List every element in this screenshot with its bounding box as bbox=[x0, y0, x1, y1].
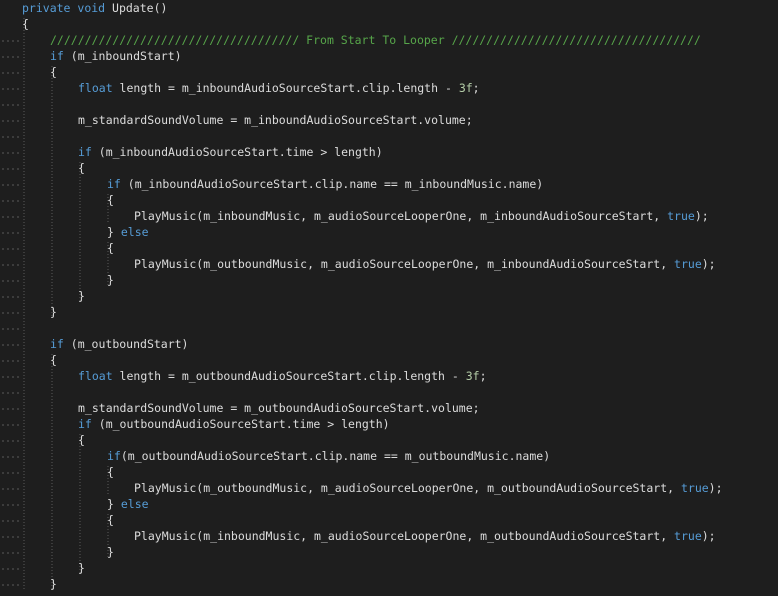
code-token: else bbox=[120, 225, 149, 239]
code-token: //////////////////////////////////// Fro… bbox=[50, 33, 701, 47]
code-token: (m_outboundStart) bbox=[63, 337, 189, 351]
code-token: true bbox=[674, 257, 702, 271]
code-token: Update() bbox=[105, 1, 168, 15]
code-line[interactable]: if (m_inboundStart) bbox=[50, 48, 182, 64]
code-line[interactable]: } bbox=[78, 288, 85, 304]
code-line[interactable]: PlayMusic(m_outboundMusic, m_audioSource… bbox=[134, 256, 716, 272]
code-token: { bbox=[22, 17, 29, 31]
code-token: length = m_inboundAudioSourceStart.clip.… bbox=[112, 81, 459, 95]
code-token: { bbox=[50, 65, 57, 79]
code-token: 3f bbox=[458, 81, 473, 95]
code-line[interactable]: PlayMusic(m_inboundMusic, m_audioSourceL… bbox=[134, 528, 716, 544]
code-line[interactable]: m_standardSoundVolume = m_inboundAudioSo… bbox=[78, 112, 473, 128]
code-token: ); bbox=[701, 529, 716, 543]
code-token: true bbox=[667, 209, 695, 223]
code-token: void bbox=[77, 1, 106, 15]
code-line[interactable]: if (m_inboundAudioSourceStart.clip.name … bbox=[107, 176, 543, 192]
code-token: 3f bbox=[465, 369, 480, 383]
code-token: (m_outboundAudioSourceStart.clip.name ==… bbox=[120, 449, 551, 463]
code-token: true bbox=[680, 481, 709, 495]
code-token: PlayMusic(m_inboundMusic, m_audioSourceL… bbox=[134, 529, 675, 543]
code-line[interactable]: { bbox=[78, 160, 85, 176]
code-token: { bbox=[50, 353, 57, 367]
code-line[interactable]: if (m_outboundAudioSourceStart.time > le… bbox=[78, 416, 390, 432]
code-token: if bbox=[78, 417, 92, 431]
code-token: ); bbox=[708, 481, 723, 495]
code-line[interactable]: if (m_inboundAudioSourceStart.time > len… bbox=[78, 144, 383, 160]
code-line[interactable]: { bbox=[107, 192, 114, 208]
code-line[interactable]: { bbox=[78, 432, 85, 448]
code-editor[interactable]: private void Update(){//////////////////… bbox=[0, 0, 778, 596]
code-token: ); bbox=[701, 257, 716, 271]
code-line[interactable]: { bbox=[107, 464, 114, 480]
code-line[interactable]: } bbox=[50, 576, 57, 592]
code-token: { bbox=[107, 193, 114, 207]
code-token: { bbox=[107, 465, 114, 479]
code-token: if bbox=[107, 449, 121, 463]
code-token: length = m_outboundAudioSourceStart.clip… bbox=[112, 369, 466, 383]
code-token: ; bbox=[479, 369, 487, 383]
code-token: } bbox=[50, 577, 57, 591]
code-token: PlayMusic(m_inboundMusic, m_audioSourceL… bbox=[134, 209, 668, 223]
code-token: else bbox=[120, 497, 149, 511]
code-token: { bbox=[78, 161, 85, 175]
code-token: if bbox=[78, 145, 92, 159]
code-line[interactable]: { bbox=[50, 64, 57, 80]
code-line[interactable]: m_standardSoundVolume = m_outboundAudioS… bbox=[78, 400, 480, 416]
code-token: (m_inboundAudioSourceStart.time > length… bbox=[91, 145, 383, 159]
code-line[interactable]: } bbox=[107, 272, 114, 288]
code-line[interactable]: { bbox=[50, 352, 57, 368]
code-line[interactable]: } bbox=[50, 304, 57, 320]
code-token: } bbox=[107, 497, 121, 511]
code-line[interactable]: { bbox=[22, 16, 29, 32]
code-token: } bbox=[107, 273, 114, 287]
code-line[interactable]: if (m_outboundStart) bbox=[50, 336, 188, 352]
code-token: } bbox=[78, 561, 85, 575]
code-token: if bbox=[107, 177, 121, 191]
code-token: } bbox=[107, 225, 121, 239]
code-line[interactable]: } else bbox=[107, 224, 149, 240]
code-token: (m_inboundStart) bbox=[63, 49, 182, 63]
code-line[interactable]: //////////////////////////////////// Fro… bbox=[50, 32, 701, 48]
code-token: } bbox=[78, 289, 85, 303]
code-token: ; bbox=[472, 81, 480, 95]
code-token: { bbox=[107, 241, 114, 255]
code-token: float bbox=[78, 369, 113, 383]
code-token: private bbox=[22, 1, 71, 15]
code-token: m_standardSoundVolume = m_inboundAudioSo… bbox=[78, 113, 473, 127]
code-token: { bbox=[107, 513, 114, 527]
code-token: true bbox=[674, 529, 702, 543]
code-line[interactable]: } else bbox=[107, 496, 149, 512]
code-token: } bbox=[107, 545, 114, 559]
code-token: { bbox=[78, 433, 85, 447]
code-line[interactable]: { bbox=[107, 240, 114, 256]
code-token: } bbox=[50, 305, 57, 319]
code-token: (m_inboundAudioSourceStart.clip.name == … bbox=[120, 177, 544, 191]
code-token: if bbox=[50, 337, 64, 351]
code-line[interactable]: float length = m_inboundAudioSourceStart… bbox=[78, 80, 480, 96]
code-token: (m_outboundAudioSourceStart.time > lengt… bbox=[91, 417, 390, 431]
code-line[interactable]: } bbox=[78, 560, 85, 576]
code-line[interactable]: } bbox=[107, 544, 114, 560]
code-line[interactable]: float length = m_outboundAudioSourceStar… bbox=[78, 368, 487, 384]
code-line[interactable]: { bbox=[107, 512, 114, 528]
code-line[interactable]: PlayMusic(m_inboundMusic, m_audioSourceL… bbox=[134, 208, 709, 224]
code-token: PlayMusic(m_outboundMusic, m_audioSource… bbox=[134, 481, 681, 495]
code-line[interactable]: if(m_outboundAudioSourceStart.clip.name … bbox=[107, 448, 550, 464]
code-token: if bbox=[50, 49, 64, 63]
code-token: float bbox=[78, 81, 113, 95]
code-token: PlayMusic(m_outboundMusic, m_audioSource… bbox=[134, 257, 675, 271]
code-token: m_standardSoundVolume = m_outboundAudioS… bbox=[78, 401, 480, 415]
code-line[interactable]: private void Update() bbox=[22, 0, 167, 16]
code-line[interactable]: PlayMusic(m_outboundMusic, m_audioSource… bbox=[134, 480, 723, 496]
code-token: ); bbox=[694, 209, 709, 223]
